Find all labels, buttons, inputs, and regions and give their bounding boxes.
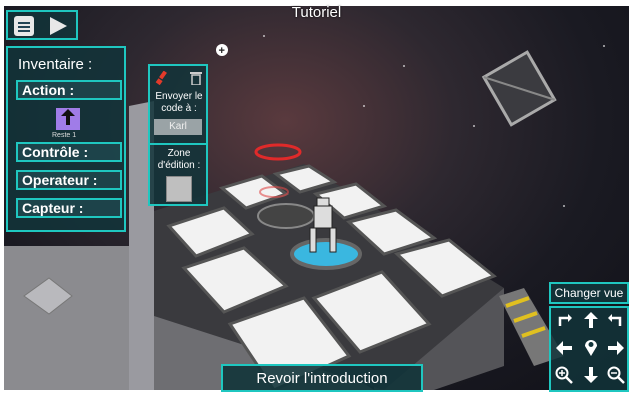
zoom-in-icon (555, 366, 573, 389)
divider (150, 143, 206, 145)
arrow-right-icon (608, 339, 624, 360)
editor-panel: Envoyer le code à : Karl Zone d'édition … (148, 64, 208, 206)
arrow-left-icon (556, 339, 572, 360)
zoom-out-icon (607, 366, 625, 389)
menu-button[interactable] (14, 16, 34, 36)
sensor-slot[interactable]: Capteur : (16, 198, 122, 218)
change-view-button[interactable]: Changer vue (549, 282, 629, 304)
rotate-left-button[interactable] (553, 311, 575, 333)
operator-slot[interactable]: Operateur : (16, 170, 122, 190)
rotate-right-icon (608, 312, 624, 333)
action-slot[interactable]: Action : (16, 80, 122, 100)
send-code-label: Envoyer le code à : (155, 91, 203, 114)
location-pin-icon (584, 338, 598, 361)
rotate-left-icon (556, 312, 572, 333)
play-icon (48, 17, 68, 40)
control-slot[interactable]: Contrôle : (16, 142, 122, 162)
menu-icon (18, 20, 30, 32)
action-block[interactable] (56, 108, 80, 130)
camera-controls (549, 306, 629, 392)
edit-zone-label: Zone d'édition : (157, 148, 201, 171)
center-button[interactable] (580, 338, 602, 360)
arrow-up-icon (61, 108, 75, 130)
play-button[interactable] (48, 16, 70, 36)
down-button[interactable] (580, 366, 602, 388)
trash-icon[interactable] (190, 71, 202, 90)
arrow-down-icon (584, 366, 598, 388)
recipient-field[interactable]: Karl (154, 119, 202, 135)
inventory-title: Inventaire : (18, 56, 93, 73)
brush-icon[interactable] (155, 70, 169, 90)
inventory-panel: Inventaire : Action : Reste 1 Contrôle :… (6, 46, 126, 232)
edit-zone[interactable] (166, 176, 192, 202)
intro-button[interactable]: Revoir l'introduction (221, 364, 423, 392)
zoom-in-button[interactable] (553, 366, 575, 388)
up-button[interactable] (580, 311, 602, 333)
left-button[interactable] (553, 338, 575, 360)
page-title: Tutoriel (291, 4, 342, 21)
rotate-right-button[interactable] (605, 311, 627, 333)
top-toolbar (6, 10, 78, 40)
action-block-count: Reste 1 (52, 132, 77, 139)
right-button[interactable] (605, 338, 627, 360)
arrow-up-icon (584, 311, 598, 333)
svg-text:+: + (219, 45, 225, 57)
zoom-out-button[interactable] (605, 366, 627, 388)
